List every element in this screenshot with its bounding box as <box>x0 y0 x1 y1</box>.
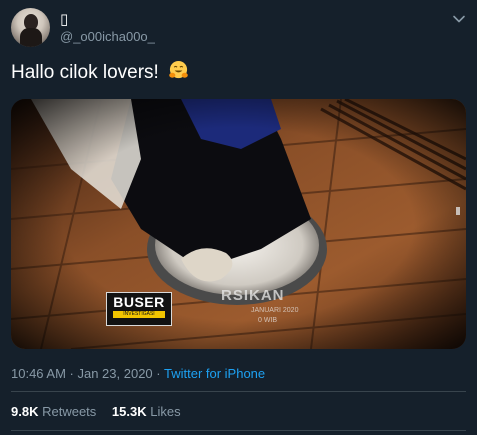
tweet-video[interactable]: BUSER INVESTIGASI RSIKAN JANUARI 2020 0 … <box>11 99 466 349</box>
author-display-name[interactable]: ▯ <box>60 10 68 28</box>
badge-main-text: BUSER <box>113 294 165 310</box>
video-logo-badge: BUSER INVESTIGASI <box>106 292 172 326</box>
likes-label: Likes <box>150 404 181 419</box>
likes-count: 15.3K <box>111 404 147 419</box>
video-frame <box>11 99 466 349</box>
tweet-text-content: Hallo cilok lovers! <box>11 62 159 83</box>
avatar-body <box>20 28 42 47</box>
tweet-timestamp[interactable]: 10:46 AM · Jan 23, 2020 · <box>11 366 164 381</box>
tweet-metadata: 10:46 AM · Jan 23, 2020 · Twitter for iP… <box>11 366 265 381</box>
likes-stat[interactable]: 15.3K Likes <box>112 404 181 419</box>
divider <box>11 430 466 431</box>
hugging-face-emoji-icon <box>169 60 188 79</box>
author-avatar[interactable] <box>11 8 50 47</box>
retweets-count: 9.8K <box>11 404 39 419</box>
video-caption-title: RSIKAN <box>221 287 285 304</box>
tweet-text: Hallo cilok lovers! <box>11 60 189 85</box>
video-caption-time: 0 WIB <box>258 317 278 324</box>
badge-sub-text: INVESTIGASI <box>113 311 165 318</box>
video-caption-date: JANUARI 2020 <box>251 307 299 314</box>
author-handle[interactable]: @_o00icha00o_ <box>60 29 155 44</box>
tweet-source-link[interactable]: Twitter for iPhone <box>164 366 265 381</box>
divider <box>11 391 466 392</box>
retweets-label: Retweets <box>42 404 97 419</box>
chevron-down-icon[interactable] <box>452 12 466 26</box>
retweets-stat[interactable]: 9.8K Retweets <box>11 404 96 419</box>
tweet-stats: 9.8K Retweets 15.3K Likes <box>11 404 193 419</box>
